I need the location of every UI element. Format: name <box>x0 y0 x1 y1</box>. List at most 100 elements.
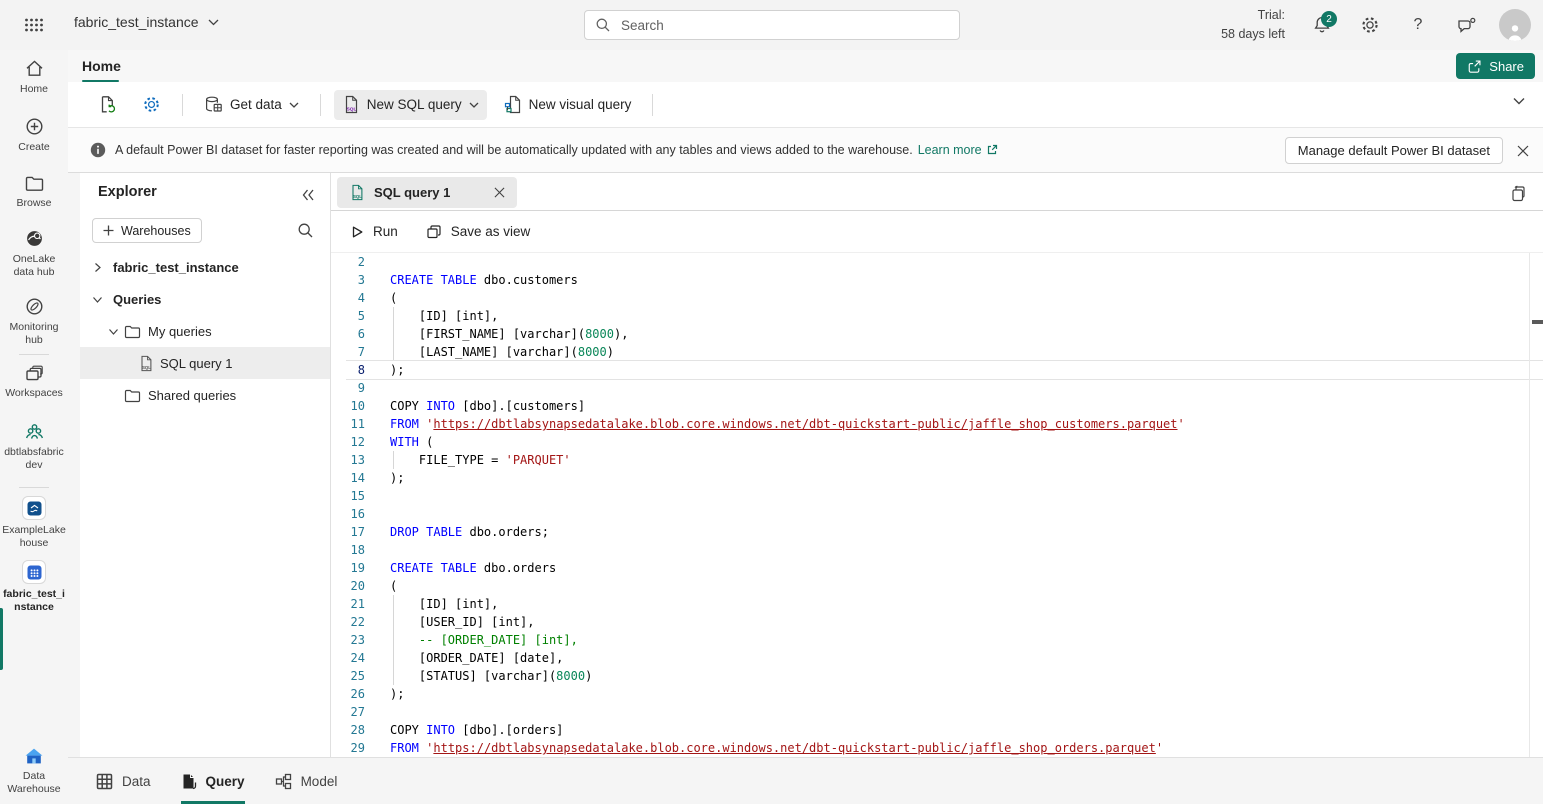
code-line[interactable]: 7 [LAST_NAME] [varchar](8000) <box>331 343 1543 361</box>
tab-query[interactable]: Query <box>181 758 245 804</box>
app-launcher-button[interactable] <box>18 10 50 40</box>
feedback-button[interactable] <box>1450 9 1482 41</box>
toolbar-overflow-button[interactable] <box>1513 97 1525 105</box>
code-line[interactable]: 26); <box>331 685 1543 703</box>
svg-text:SQL: SQL <box>353 194 362 199</box>
search-input[interactable] <box>619 17 949 34</box>
line-number: 9 <box>331 379 365 397</box>
code-line[interactable]: 24 [ORDER_DATE] [date], <box>331 649 1543 667</box>
code-text: [ID] [int], <box>390 595 498 613</box>
code-editor[interactable]: 23CREATE TABLE dbo.customers4(5 [ID] [in… <box>331 253 1543 757</box>
tab-home[interactable]: Home <box>82 50 121 82</box>
help-button[interactable]: ? <box>1402 9 1434 41</box>
sidebar-item-monitoring-hub[interactable]: Monitoring hub <box>0 296 68 347</box>
code-line[interactable]: 13 FILE_TYPE = 'PARQUET' <box>331 451 1543 469</box>
fabric-app-window: fabric_test_instance Trial: 58 days left… <box>0 0 1543 804</box>
tree-item-shared-queries[interactable]: Shared queries <box>80 379 330 411</box>
tab-sql-query-1[interactable]: SQL SQL query 1 <box>337 177 517 208</box>
code-line[interactable]: 14); <box>331 469 1543 487</box>
settings-toolbar-button[interactable] <box>134 90 169 120</box>
explorer-search-button[interactable] <box>297 222 314 239</box>
code-line[interactable]: 20( <box>331 577 1543 595</box>
home-icon <box>24 58 45 79</box>
code-line[interactable]: 21 [ID] [int], <box>331 595 1543 613</box>
copy-button[interactable] <box>1507 182 1529 204</box>
sidebar-item-browse[interactable]: Browse <box>0 174 68 210</box>
tab-close-button[interactable] <box>494 187 505 198</box>
share-button[interactable]: Share <box>1456 53 1535 79</box>
tab-query-label: Query <box>206 774 245 789</box>
line-number: 3 <box>331 271 365 289</box>
notification-badge: 2 <box>1321 11 1337 27</box>
people-icon <box>23 422 46 442</box>
code-line[interactable]: 22 [USER_ID] [int], <box>331 613 1543 631</box>
sidebar-item-create[interactable]: Create <box>0 116 68 154</box>
warehouse-item-icon <box>22 560 46 584</box>
code-line[interactable]: 5 [ID] [int], <box>331 307 1543 325</box>
code-line[interactable]: 19CREATE TABLE dbo.orders <box>331 559 1543 577</box>
code-text: FILE_TYPE = 'PARQUET' <box>390 451 571 469</box>
query-doc-icon <box>181 773 197 790</box>
collapse-panel-button[interactable] <box>298 185 318 205</box>
svg-text:SQL: SQL <box>346 107 356 113</box>
code-line[interactable]: 17DROP TABLE dbo.orders; <box>331 523 1543 541</box>
code-line[interactable]: 27 <box>331 703 1543 721</box>
search-box[interactable] <box>584 10 960 40</box>
sidebar-item-fabric-test-instance[interactable]: fabric_test_instance <box>0 560 68 614</box>
code-line[interactable]: 29FROM 'https://dbtlabsynapsedatalake.bl… <box>331 739 1543 757</box>
manage-default-dataset-button[interactable]: Manage default Power BI dataset <box>1285 137 1503 164</box>
code-text: COPY INTO [dbo].[orders] <box>390 721 563 739</box>
sidebar-item-home[interactable]: Home <box>0 58 68 96</box>
code-line[interactable]: 6 [FIRST_NAME] [varchar](8000), <box>331 325 1543 343</box>
code-line[interactable]: 18 <box>331 541 1543 559</box>
code-line[interactable]: 10COPY INTO [dbo].[customers] <box>331 397 1543 415</box>
editor-scrollbar-marker[interactable] <box>1532 320 1543 324</box>
tree-item-queries[interactable]: Queries <box>80 283 330 315</box>
explorer-tree: fabric_test_instance Queries My queries … <box>80 251 330 411</box>
chevron-right-icon[interactable] <box>92 262 104 273</box>
tab-model[interactable]: Model <box>275 758 338 804</box>
code-line[interactable]: 4( <box>331 289 1543 307</box>
code-line[interactable]: 9 <box>331 379 1543 397</box>
banner-close-button[interactable] <box>1512 140 1534 162</box>
learn-more-link[interactable]: Learn more <box>918 143 998 157</box>
notifications-button[interactable]: 2 <box>1306 9 1338 41</box>
new-sql-query-button[interactable]: SQL New SQL query <box>334 90 487 120</box>
workspace-switcher[interactable]: fabric_test_instance <box>74 14 219 30</box>
save-as-view-button[interactable]: Save as view <box>426 224 531 240</box>
code-line[interactable]: 16 <box>331 505 1543 523</box>
editor-scrollbar-track[interactable] <box>1529 253 1530 757</box>
line-number: 17 <box>331 523 365 541</box>
tree-item-my-queries[interactable]: My queries <box>80 315 330 347</box>
tree-item-sql-query-1[interactable]: SQL SQL query 1 <box>80 347 330 379</box>
code-line[interactable]: 25 [STATUS] [varchar](8000) <box>331 667 1543 685</box>
chevron-down-icon[interactable] <box>108 326 120 337</box>
sidebar-item-examplelakehouse[interactable]: ExampleLakehouse <box>0 496 68 550</box>
external-link-icon <box>986 144 998 156</box>
get-data-button[interactable]: Get data <box>196 90 307 120</box>
sidebar-item-onelake-data-hub[interactable]: OneLake data hub <box>0 228 68 279</box>
code-line[interactable]: 12WITH ( <box>331 433 1543 451</box>
code-line[interactable]: 3CREATE TABLE dbo.customers <box>331 271 1543 289</box>
sidebar-item-data-warehouse[interactable]: Data Warehouse <box>0 746 68 796</box>
code-line[interactable]: 23 -- [ORDER_DATE] [int], <box>331 631 1543 649</box>
code-line[interactable]: 15 <box>331 487 1543 505</box>
tab-data[interactable]: Data <box>96 758 151 804</box>
add-icon <box>103 225 114 236</box>
tree-item-warehouse[interactable]: fabric_test_instance <box>80 251 330 283</box>
sidebar-item-dbtlabsfabricdev[interactable]: dbtlabsfabricdev <box>0 422 68 472</box>
refresh-script-button[interactable] <box>90 90 125 120</box>
chevron-down-icon[interactable] <box>92 294 104 305</box>
run-button[interactable]: Run <box>350 224 398 239</box>
add-warehouses-button[interactable]: Warehouses <box>92 218 202 243</box>
user-avatar[interactable] <box>1499 9 1531 41</box>
code-line[interactable]: 11FROM 'https://dbtlabsynapsedatalake.bl… <box>331 415 1543 433</box>
code-line[interactable]: 2 <box>331 253 1543 271</box>
new-visual-query-button[interactable]: New visual query <box>496 90 640 120</box>
sidebar-item-workspaces[interactable]: Workspaces <box>0 364 68 400</box>
code-line[interactable]: 28COPY INTO [dbo].[orders] <box>331 721 1543 739</box>
settings-button[interactable] <box>1354 9 1386 41</box>
gear-icon <box>142 95 161 114</box>
line-number: 26 <box>331 685 365 703</box>
code-line[interactable]: 8); <box>331 361 1543 379</box>
